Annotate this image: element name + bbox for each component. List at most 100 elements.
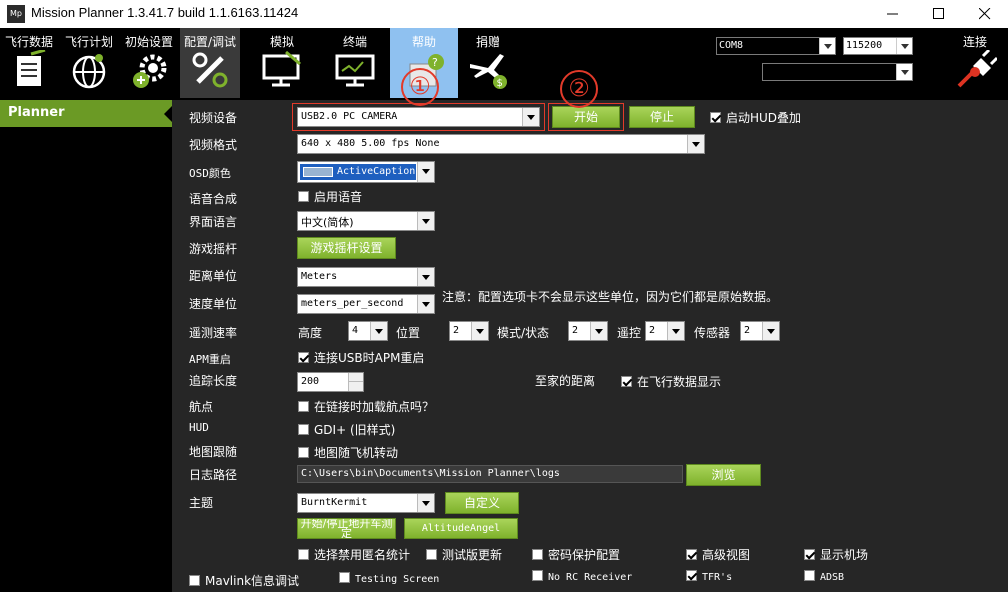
toolbar-donate[interactable]: 捐赠 $ [460,28,516,98]
toolbar-label: 捐赠 [475,35,500,49]
chevron-down-icon [417,212,434,230]
toolbar-flight-plan[interactable]: 飞行计划 [60,28,118,98]
video-format-select[interactable]: 640 x 480 5.00 fps None [297,134,705,154]
custom-theme-button[interactable]: 自定义 [445,492,519,514]
checkbox-box [621,376,632,387]
adsb-checkbox[interactable]: ADSB [804,570,844,583]
close-button[interactable] [962,0,1008,28]
checkbox-box [298,549,309,560]
hud-overlay-label: 启动HUD叠加 [726,111,802,125]
mode-rate-value: 2 [572,325,579,336]
chevron-down-icon [819,38,835,54]
hud-overlay-checkbox[interactable]: 启动HUD叠加 [710,109,801,126]
home-distance-checkbox[interactable]: 在飞行数据显示 [621,373,721,390]
connect-button[interactable]: 连接 [946,28,1004,98]
toolbar-config-tuning[interactable]: 配置/调试 [180,28,240,98]
map-follow-checkbox[interactable]: 地图随飞机转动 [298,444,398,461]
speed-unit-select[interactable]: meters_per_second [297,294,435,314]
sidebar-item-planner[interactable]: Planner [0,100,172,127]
chevron-down-icon [896,38,912,54]
rc-rate-select[interactable]: 2 [645,321,685,341]
show-airports-checkbox[interactable]: 显示机场 [804,546,868,563]
toolbar-flight-data[interactable]: 飞行数据 [0,28,58,98]
video-device-label: 视频设备 [189,111,238,125]
no-rc-receiver-checkbox[interactable]: No RC Receiver [532,570,632,583]
chevron-down-icon [590,322,607,340]
toolbar-label: 帮助 [411,35,436,49]
testing-screen-checkbox[interactable]: Testing Screen [339,572,439,585]
stop-button[interactable]: 停止 [629,106,695,128]
chevron-down-icon [417,295,434,313]
osd-color-select[interactable]: ActiveCaption [297,161,435,183]
mavlink-debug-checkbox[interactable]: Mavlink信息调试 [189,572,299,589]
minimize-button[interactable] [870,0,916,28]
checkbox-box [298,401,309,412]
telemetry-rate-label: 遥测速率 [189,326,238,340]
checkbox-box [804,570,815,581]
planner-settings-panel: 视频设备 USB2.0 PC CAMERA 开始 停止 启动HUD叠加 ① ② … [172,68,1008,592]
port-select[interactable]: COM8 [716,37,836,55]
toolbar-label: 模拟 [269,35,294,49]
altitude-rate-select[interactable]: 4 [348,321,388,341]
speech-checkbox[interactable]: 启用语音 [298,188,362,205]
waypoints-checkbox[interactable]: 在链接时加载航点吗？ [298,398,434,415]
checkbox-box [532,549,543,560]
advanced-view-label: 高级视图 [702,548,751,562]
chevron-down-icon [896,64,912,80]
toolbar-terminal[interactable]: 终端 [322,28,388,98]
browse-button[interactable]: 浏览 [686,464,761,486]
stepper-up-icon[interactable] [348,373,363,382]
chevron-down-icon [762,322,779,340]
start-stop-button[interactable]: 开始/停止地开车测定 [297,518,396,539]
log-path-label: 日志路径 [189,468,238,482]
position-rate-select[interactable]: 2 [449,321,489,341]
theme-value: BurntKermit [301,497,368,508]
sensor-rate-label: 传感器 [694,326,731,340]
chevron-down-icon [687,135,704,153]
no-rc-receiver-label: No RC Receiver [548,572,633,583]
terminal-icon [335,54,375,87]
anon-stats-checkbox[interactable]: 选择禁用匿名统计 [298,546,410,563]
map-follow-label: 地图跟随 [189,445,238,459]
apm-reset-checkbox[interactable]: 连接USB时APM重启 [298,349,424,366]
hud-gdi-checkbox[interactable]: GDI+ (旧样式) [298,421,395,438]
password-checkbox[interactable]: 密码保护配置 [532,546,620,563]
minimize-icon [887,13,898,15]
theme-select[interactable]: BurntKermit [297,493,435,513]
config-tuning-icon [192,52,228,88]
advanced-view-checkbox[interactable]: 高级视图 [686,546,750,563]
toolbar-label: 初始设置 [124,35,173,49]
mode-rate-select[interactable]: 2 [568,321,608,341]
rc-rate-value: 2 [649,325,656,336]
joystick-setup-button[interactable]: 游戏摇杆设置 [297,237,396,259]
checkbox-box [298,447,309,458]
flight-data-icon [17,50,46,86]
language-value: 中文(简体) [301,216,354,229]
osd-color-label: OSD颜色 [189,167,231,180]
tfrs-checkbox[interactable]: TFR's [686,570,732,583]
simulation-icon [262,50,301,87]
track-length-stepper[interactable]: 200 [297,372,364,392]
toolbar-initial-setup[interactable]: 初始设置 [120,28,178,98]
toolbar-simulation[interactable]: 模拟 [250,28,314,98]
language-select[interactable]: 中文(简体) [297,211,435,231]
altitude-angel-button[interactable]: AltitudeAngel [404,518,518,539]
toolbar-label: 飞行计划 [64,35,113,49]
checkbox-box [804,549,815,560]
log-path-input[interactable]: C:\Users\bin\Documents\Mission Planner\l… [297,465,683,483]
video-format-label: 视频格式 [189,138,238,152]
maximize-button[interactable] [916,0,962,28]
link-select[interactable] [762,63,913,81]
checkbox-box [686,549,697,560]
altitude-rate-value: 4 [352,325,359,336]
track-length-label: 追踪长度 [189,374,238,388]
chevron-down-icon [417,162,434,182]
annotation-marker-2: ② [560,70,598,108]
distance-unit-select[interactable]: Meters [297,267,435,287]
beta-updates-checkbox[interactable]: 测试版更新 [426,546,502,563]
baud-select[interactable]: 115200 [843,37,913,55]
map-follow-checkbox-label: 地图随飞机转动 [314,446,399,460]
sensor-rate-select[interactable]: 2 [740,321,780,341]
video-format-value: 640 x 480 5.00 fps None [301,138,440,149]
stepper-down-icon[interactable] [348,382,363,391]
